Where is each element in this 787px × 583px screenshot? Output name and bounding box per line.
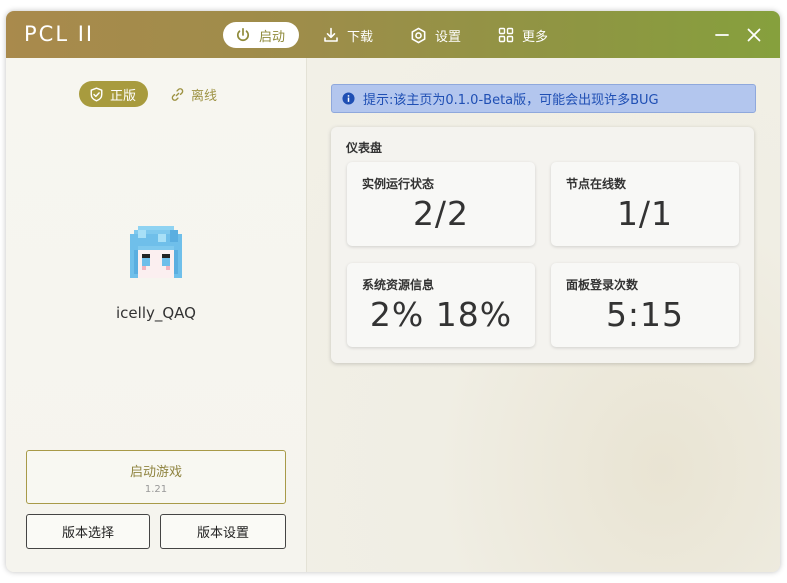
launcher-window: PCL II 启动 下载 设置 更多 正版 离线 icelly_QAQ 启动游戏… <box>6 11 780 572</box>
beta-notice-text: 提示:该主页为0.1.0-Beta版，可能会出现许多BUG <box>363 93 659 108</box>
nav-more-button[interactable]: 更多 <box>498 22 548 48</box>
close-icon <box>747 28 761 42</box>
card-title: 系统资源信息 <box>362 278 435 292</box>
username: icelly_QAQ <box>116 304 196 322</box>
premium-mode-tab[interactable]: 正版 <box>79 81 149 107</box>
nav-launch-label: 启动 <box>259 29 286 45</box>
instance-status-card: 实例运行状态 2/2 <box>347 162 535 246</box>
grid-icon <box>498 27 514 43</box>
card-value: 2% 18% <box>369 295 513 334</box>
card-title: 节点在线数 <box>566 177 627 191</box>
minimize-button[interactable] <box>712 25 732 45</box>
version-select-button[interactable]: 版本选择 <box>26 514 150 549</box>
power-icon <box>237 27 249 42</box>
offline-mode-label: 离线 <box>191 88 218 104</box>
nav-settings-button[interactable]: 设置 <box>410 22 461 48</box>
nav-more-label: 更多 <box>522 29 549 45</box>
avatar <box>126 226 186 282</box>
nav-launch-button[interactable]: 启动 <box>223 22 300 48</box>
account-panel: 正版 离线 icelly_QAQ 启动游戏 1.21 版本选择 版本设置 <box>6 58 307 572</box>
close-button[interactable] <box>744 25 764 45</box>
offline-mode-tab[interactable]: 离线 <box>170 81 217 107</box>
download-icon <box>324 27 338 42</box>
nav-settings-label: 设置 <box>435 29 462 45</box>
nav-download-button[interactable]: 下载 <box>323 22 373 48</box>
gear-icon <box>411 27 426 43</box>
card-value: 2/2 <box>412 194 470 233</box>
card-title: 面板登录次数 <box>566 278 639 292</box>
info-icon <box>342 92 355 105</box>
dashboard: 仪表盘 实例运行状态 2/2 节点在线数 1/1 系统资源信息 2% 18% 面… <box>331 127 754 363</box>
system-resources-card: 系统资源信息 2% 18% <box>347 263 535 347</box>
online-nodes-card: 节点在线数 1/1 <box>551 162 739 246</box>
card-value: 5:15 <box>605 295 685 334</box>
version-settings-button[interactable]: 版本设置 <box>160 514 286 549</box>
minimize-icon <box>715 34 729 36</box>
beta-notice: 提示:该主页为0.1.0-Beta版，可能会出现许多BUG <box>331 84 756 113</box>
launch-game-version: 1.21 <box>144 484 168 495</box>
home-panel: 提示:该主页为0.1.0-Beta版，可能会出现许多BUG 仪表盘 实例运行状态… <box>307 58 780 572</box>
panel-logins-card: 面板登录次数 5:15 <box>551 263 739 347</box>
card-title: 实例运行状态 <box>362 177 435 191</box>
shield-check-icon <box>90 87 103 101</box>
player-skin-head <box>130 226 182 278</box>
launch-game-button[interactable]: 启动游戏 1.21 <box>26 450 286 504</box>
title-bar[interactable]: PCL II 启动 下载 设置 更多 <box>6 11 780 58</box>
app-title: PCL II <box>24 22 95 46</box>
card-value: 1/1 <box>616 194 674 233</box>
premium-mode-label: 正版 <box>110 88 137 104</box>
link-icon <box>171 87 184 101</box>
nav-download-label: 下载 <box>347 29 374 45</box>
launch-game-label: 启动游戏 <box>129 465 182 480</box>
dashboard-title: 仪表盘 <box>346 141 383 155</box>
